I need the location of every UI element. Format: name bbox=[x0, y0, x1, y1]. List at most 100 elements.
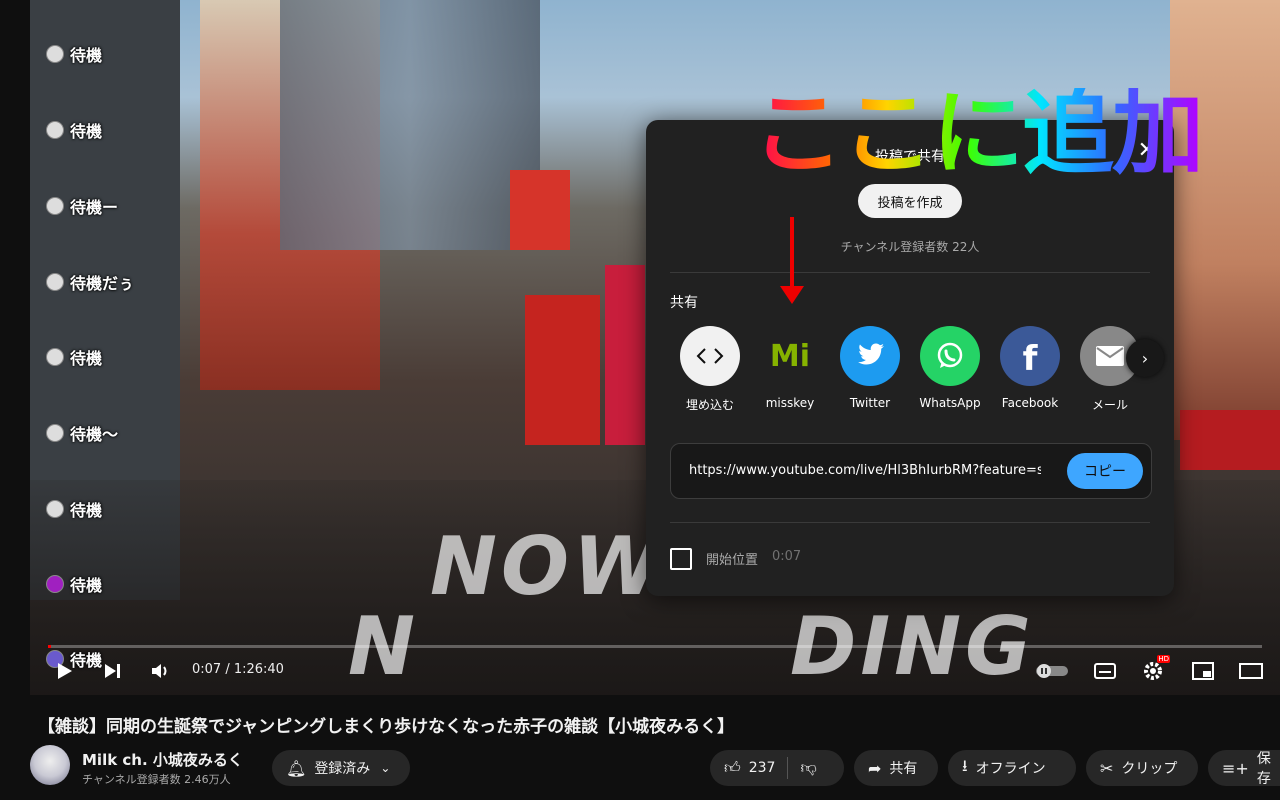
player-controls: 0:07 / 1:26:40 HD bbox=[30, 645, 1280, 695]
share-dialog: 投稿で共有 ✕ 投稿を作成 チャンネル登録者数 22人 共有 埋め込む Mi m… bbox=[646, 120, 1174, 596]
share-target-whatsapp[interactable]: WhatsApp bbox=[910, 326, 990, 410]
avatar bbox=[46, 424, 64, 442]
chat-text: 待機 bbox=[70, 349, 103, 368]
share-label: 共有 bbox=[889, 761, 918, 777]
glass-building bbox=[280, 0, 540, 250]
hd-badge: HD bbox=[1157, 655, 1170, 663]
copy-button[interactable]: コピー bbox=[1067, 453, 1143, 489]
twitter-icon bbox=[840, 326, 900, 386]
volume-icon bbox=[152, 664, 167, 678]
avatar bbox=[46, 45, 64, 63]
chevron-down-icon: ⌄ bbox=[380, 761, 391, 775]
channel-avatar[interactable] bbox=[30, 745, 70, 785]
subtitles-icon bbox=[1094, 663, 1116, 679]
autoplay-toggle[interactable] bbox=[1034, 659, 1070, 683]
channel-subscriber-count: チャンネル登録者数 2.46万人 bbox=[82, 773, 231, 786]
clip-button[interactable]: ✂ クリップ bbox=[1086, 750, 1198, 786]
share-targets: 埋め込む Mi misskey Twitter WhatsApp f Faceb… bbox=[670, 326, 1150, 416]
miniplayer-button[interactable] bbox=[1190, 659, 1216, 683]
bell-icon: 🔔︎ bbox=[286, 758, 307, 778]
chevron-right-icon: › bbox=[1141, 348, 1149, 368]
share-button[interactable]: ➦ 共有 bbox=[854, 750, 938, 786]
divider bbox=[787, 757, 789, 779]
share-target-facebook[interactable]: f Facebook bbox=[990, 326, 1070, 410]
like-count: 237 bbox=[748, 760, 776, 776]
scissors-icon: ✂ bbox=[1100, 758, 1114, 778]
start-at-checkbox[interactable] bbox=[670, 548, 692, 570]
sign-vertical bbox=[605, 265, 645, 445]
chat-text: 待機 bbox=[70, 122, 103, 141]
kuidaore-sign bbox=[1170, 0, 1280, 440]
chat-message: 待機 bbox=[46, 497, 102, 521]
share-target-misskey[interactable]: Mi misskey bbox=[750, 326, 830, 411]
avatar bbox=[46, 575, 64, 593]
thumbs-up-icon: 👍︎ bbox=[724, 758, 741, 777]
thumbs-down-icon: 👎︎ bbox=[800, 758, 817, 777]
share-target-embed[interactable]: 埋め込む bbox=[670, 326, 750, 413]
theater-icon bbox=[1239, 663, 1263, 679]
misskey-icon: Mi bbox=[760, 326, 820, 386]
save-button[interactable]: ≡+ 保存 bbox=[1208, 750, 1280, 787]
chat-text: 待機ー bbox=[70, 198, 119, 217]
autoplay-icon bbox=[1036, 664, 1068, 678]
progress-fill bbox=[48, 645, 51, 648]
next-button[interactable] bbox=[100, 659, 126, 683]
play-button[interactable] bbox=[52, 659, 78, 683]
annotation-arrow bbox=[790, 217, 794, 289]
playlist-add-icon: ≡+ bbox=[1222, 758, 1249, 778]
gear-icon bbox=[1144, 662, 1162, 680]
share-target-label: Twitter bbox=[849, 396, 891, 410]
like-button[interactable]: 👍︎ 237 bbox=[710, 758, 775, 778]
offline-button[interactable]: ⭳ オフライン bbox=[948, 750, 1076, 786]
play-icon bbox=[58, 663, 72, 679]
lantern-row bbox=[1180, 410, 1280, 470]
chat-message: 待機 bbox=[46, 118, 102, 142]
share-target-label: Facebook bbox=[1001, 396, 1059, 410]
chat-text: 待機 bbox=[70, 576, 103, 595]
share-target-label: 埋め込む bbox=[685, 398, 734, 412]
chat-message: 待機 bbox=[46, 42, 102, 66]
like-dislike-group: 👍︎ 237 👎︎ bbox=[710, 750, 844, 786]
theater-button[interactable] bbox=[1238, 659, 1264, 683]
miniplayer-icon bbox=[1192, 662, 1214, 680]
divider bbox=[670, 522, 1150, 523]
start-at-time[interactable]: 0:07 bbox=[772, 549, 801, 564]
embed-icon bbox=[680, 326, 740, 386]
avatar bbox=[46, 348, 64, 366]
next-targets-button[interactable]: › bbox=[1126, 339, 1164, 377]
progress-bar[interactable] bbox=[48, 645, 1262, 648]
subscribed-label: 登録済み bbox=[314, 761, 371, 777]
chat-message: 待機だぅ bbox=[46, 270, 134, 294]
share-url[interactable]: https://www.youtube.com/live/Hl3BhIurbRM… bbox=[689, 463, 1041, 478]
share-target-twitter[interactable]: Twitter bbox=[830, 326, 910, 410]
clip-label: クリップ bbox=[1121, 761, 1178, 777]
annotation-text: ここに追加 bbox=[752, 80, 1204, 187]
chat-overlay: 待機 待機 待機ー 待機だぅ 待機 待機〜 待機 待機 待機 bbox=[30, 0, 190, 680]
avatar bbox=[46, 500, 64, 518]
settings-button[interactable]: HD bbox=[1140, 655, 1170, 683]
share-url-field[interactable]: https://www.youtube.com/live/Hl3BhIurbRM… bbox=[670, 443, 1152, 499]
chat-message: 待機ー bbox=[46, 194, 118, 218]
time-display: 0:07 / 1:26:40 bbox=[192, 662, 284, 677]
save-label: 保存 bbox=[1256, 751, 1271, 787]
volume-button[interactable] bbox=[148, 659, 174, 683]
whatsapp-icon bbox=[920, 326, 980, 386]
annotation-arrowhead bbox=[780, 286, 804, 304]
avatar bbox=[46, 197, 64, 215]
misskey-glyph: Mi bbox=[769, 338, 811, 374]
create-post-button[interactable]: 投稿を作成 bbox=[858, 184, 962, 218]
facebook-icon: f bbox=[1000, 326, 1060, 386]
dislike-button[interactable]: 👎︎ bbox=[800, 758, 816, 778]
offline-label: オフライン bbox=[975, 761, 1046, 777]
chat-message: 待機〜 bbox=[46, 421, 118, 445]
skip-next-icon bbox=[105, 664, 120, 678]
chat-text: 待機〜 bbox=[70, 425, 119, 444]
share-target-label: misskey bbox=[765, 396, 815, 410]
chat-text: 待機 bbox=[70, 501, 103, 520]
subscribed-button[interactable]: 🔔︎ 登録済み ⌄ bbox=[272, 750, 410, 786]
channel-name[interactable]: Milk ch. 小城夜みるく bbox=[82, 749, 243, 770]
subtitles-button[interactable] bbox=[1092, 659, 1118, 683]
sign-red-2 bbox=[525, 295, 600, 445]
chat-message: 待機 bbox=[46, 572, 102, 596]
chat-text: 待機だぅ bbox=[70, 274, 135, 293]
